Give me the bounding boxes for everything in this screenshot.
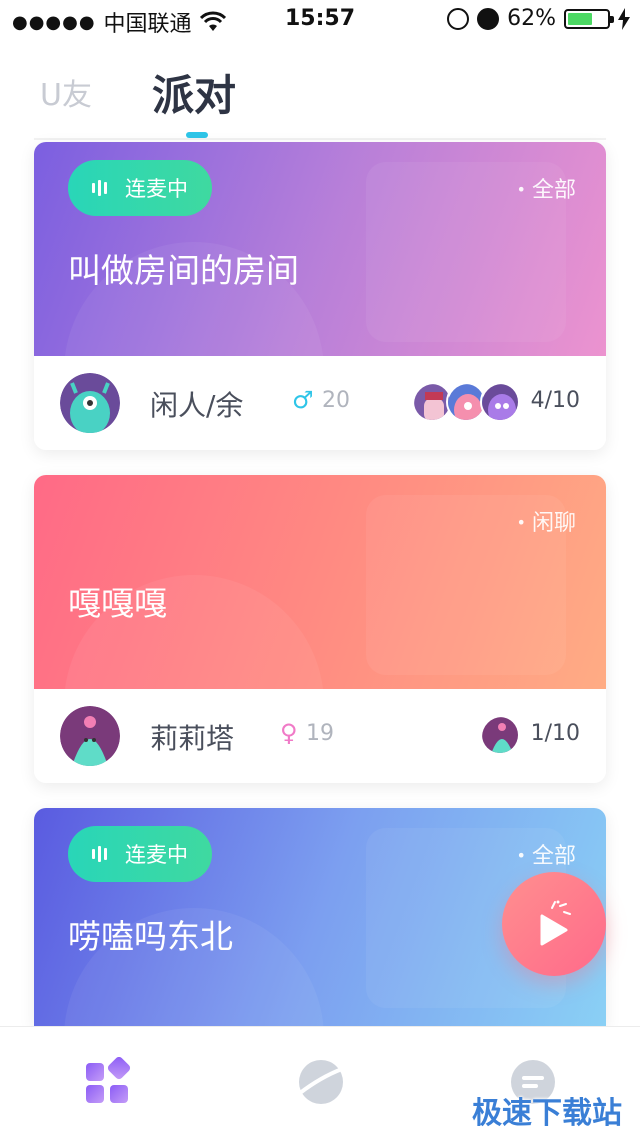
member-avatars (480, 715, 520, 755)
member-avatar (480, 382, 520, 422)
room-title: 唠嗑吗东北 (68, 917, 233, 956)
watermark: 极速下载站 (472, 1096, 622, 1131)
female-icon: ♀ (280, 719, 298, 747)
male-icon: ♂ (292, 386, 314, 414)
host-age: 19 (306, 721, 334, 746)
room-card[interactable]: 闲聊 嘎嘎嘎 莉莉塔 ♀ 19 1/10 (34, 475, 606, 783)
host-avatar[interactable] (60, 373, 120, 433)
live-badge: 连麦中 (68, 160, 212, 216)
charging-icon (618, 7, 630, 30)
orientation-lock-icon (447, 7, 470, 30)
member-count: 4/10 (530, 388, 580, 413)
alarm-icon (477, 7, 500, 30)
room-footer: 莉莉塔 ♀ 19 1/10 (34, 689, 606, 783)
sound-wave-icon (92, 180, 107, 196)
live-badge-label: 连麦中 (125, 843, 188, 867)
battery-icon (564, 8, 614, 29)
room-category: 全部 (517, 838, 576, 870)
room-footer: 闲人/余 ♂ 20 4/10 (34, 356, 606, 450)
host-avatar[interactable] (60, 706, 120, 766)
host-name: 闲人/余 (150, 389, 244, 422)
create-party-button[interactable] (502, 872, 606, 976)
room-title: 嘎嘎嘎 (68, 584, 167, 623)
room-banner[interactable]: 闲聊 嘎嘎嘎 (34, 475, 606, 689)
divider (34, 138, 606, 140)
grid-icon[interactable] (84, 1057, 134, 1107)
room-card[interactable]: 连麦中 全部 叫做房间的房间 闲人/余 ♂ 20 4/10 (34, 142, 606, 450)
host-age: 20 (322, 388, 350, 413)
room-banner[interactable]: 连麦中 全部 叫做房间的房间 (34, 142, 606, 356)
room-category: 闲聊 (517, 505, 576, 537)
room-title: 叫做房间的房间 (68, 251, 299, 290)
member-avatar (480, 715, 520, 755)
sound-wave-icon (92, 846, 107, 862)
status-bar: ●●●●● 中国联通 15:57 62% (0, 0, 640, 40)
room-category: 全部 (517, 172, 576, 204)
top-tab-bar: U友 派对 (0, 56, 640, 140)
tab-u-friends[interactable]: U友 (40, 70, 92, 114)
party-popper-icon (540, 900, 571, 946)
planet-icon[interactable] (296, 1057, 346, 1107)
live-badge: 连麦中 (68, 826, 212, 882)
member-avatars (412, 382, 520, 422)
battery-percent: 62% (507, 6, 556, 31)
tab-party[interactable]: 派对 (152, 62, 236, 123)
host-name: 莉莉塔 (150, 722, 235, 755)
live-badge-label: 连麦中 (125, 177, 188, 201)
member-count: 1/10 (530, 721, 580, 746)
